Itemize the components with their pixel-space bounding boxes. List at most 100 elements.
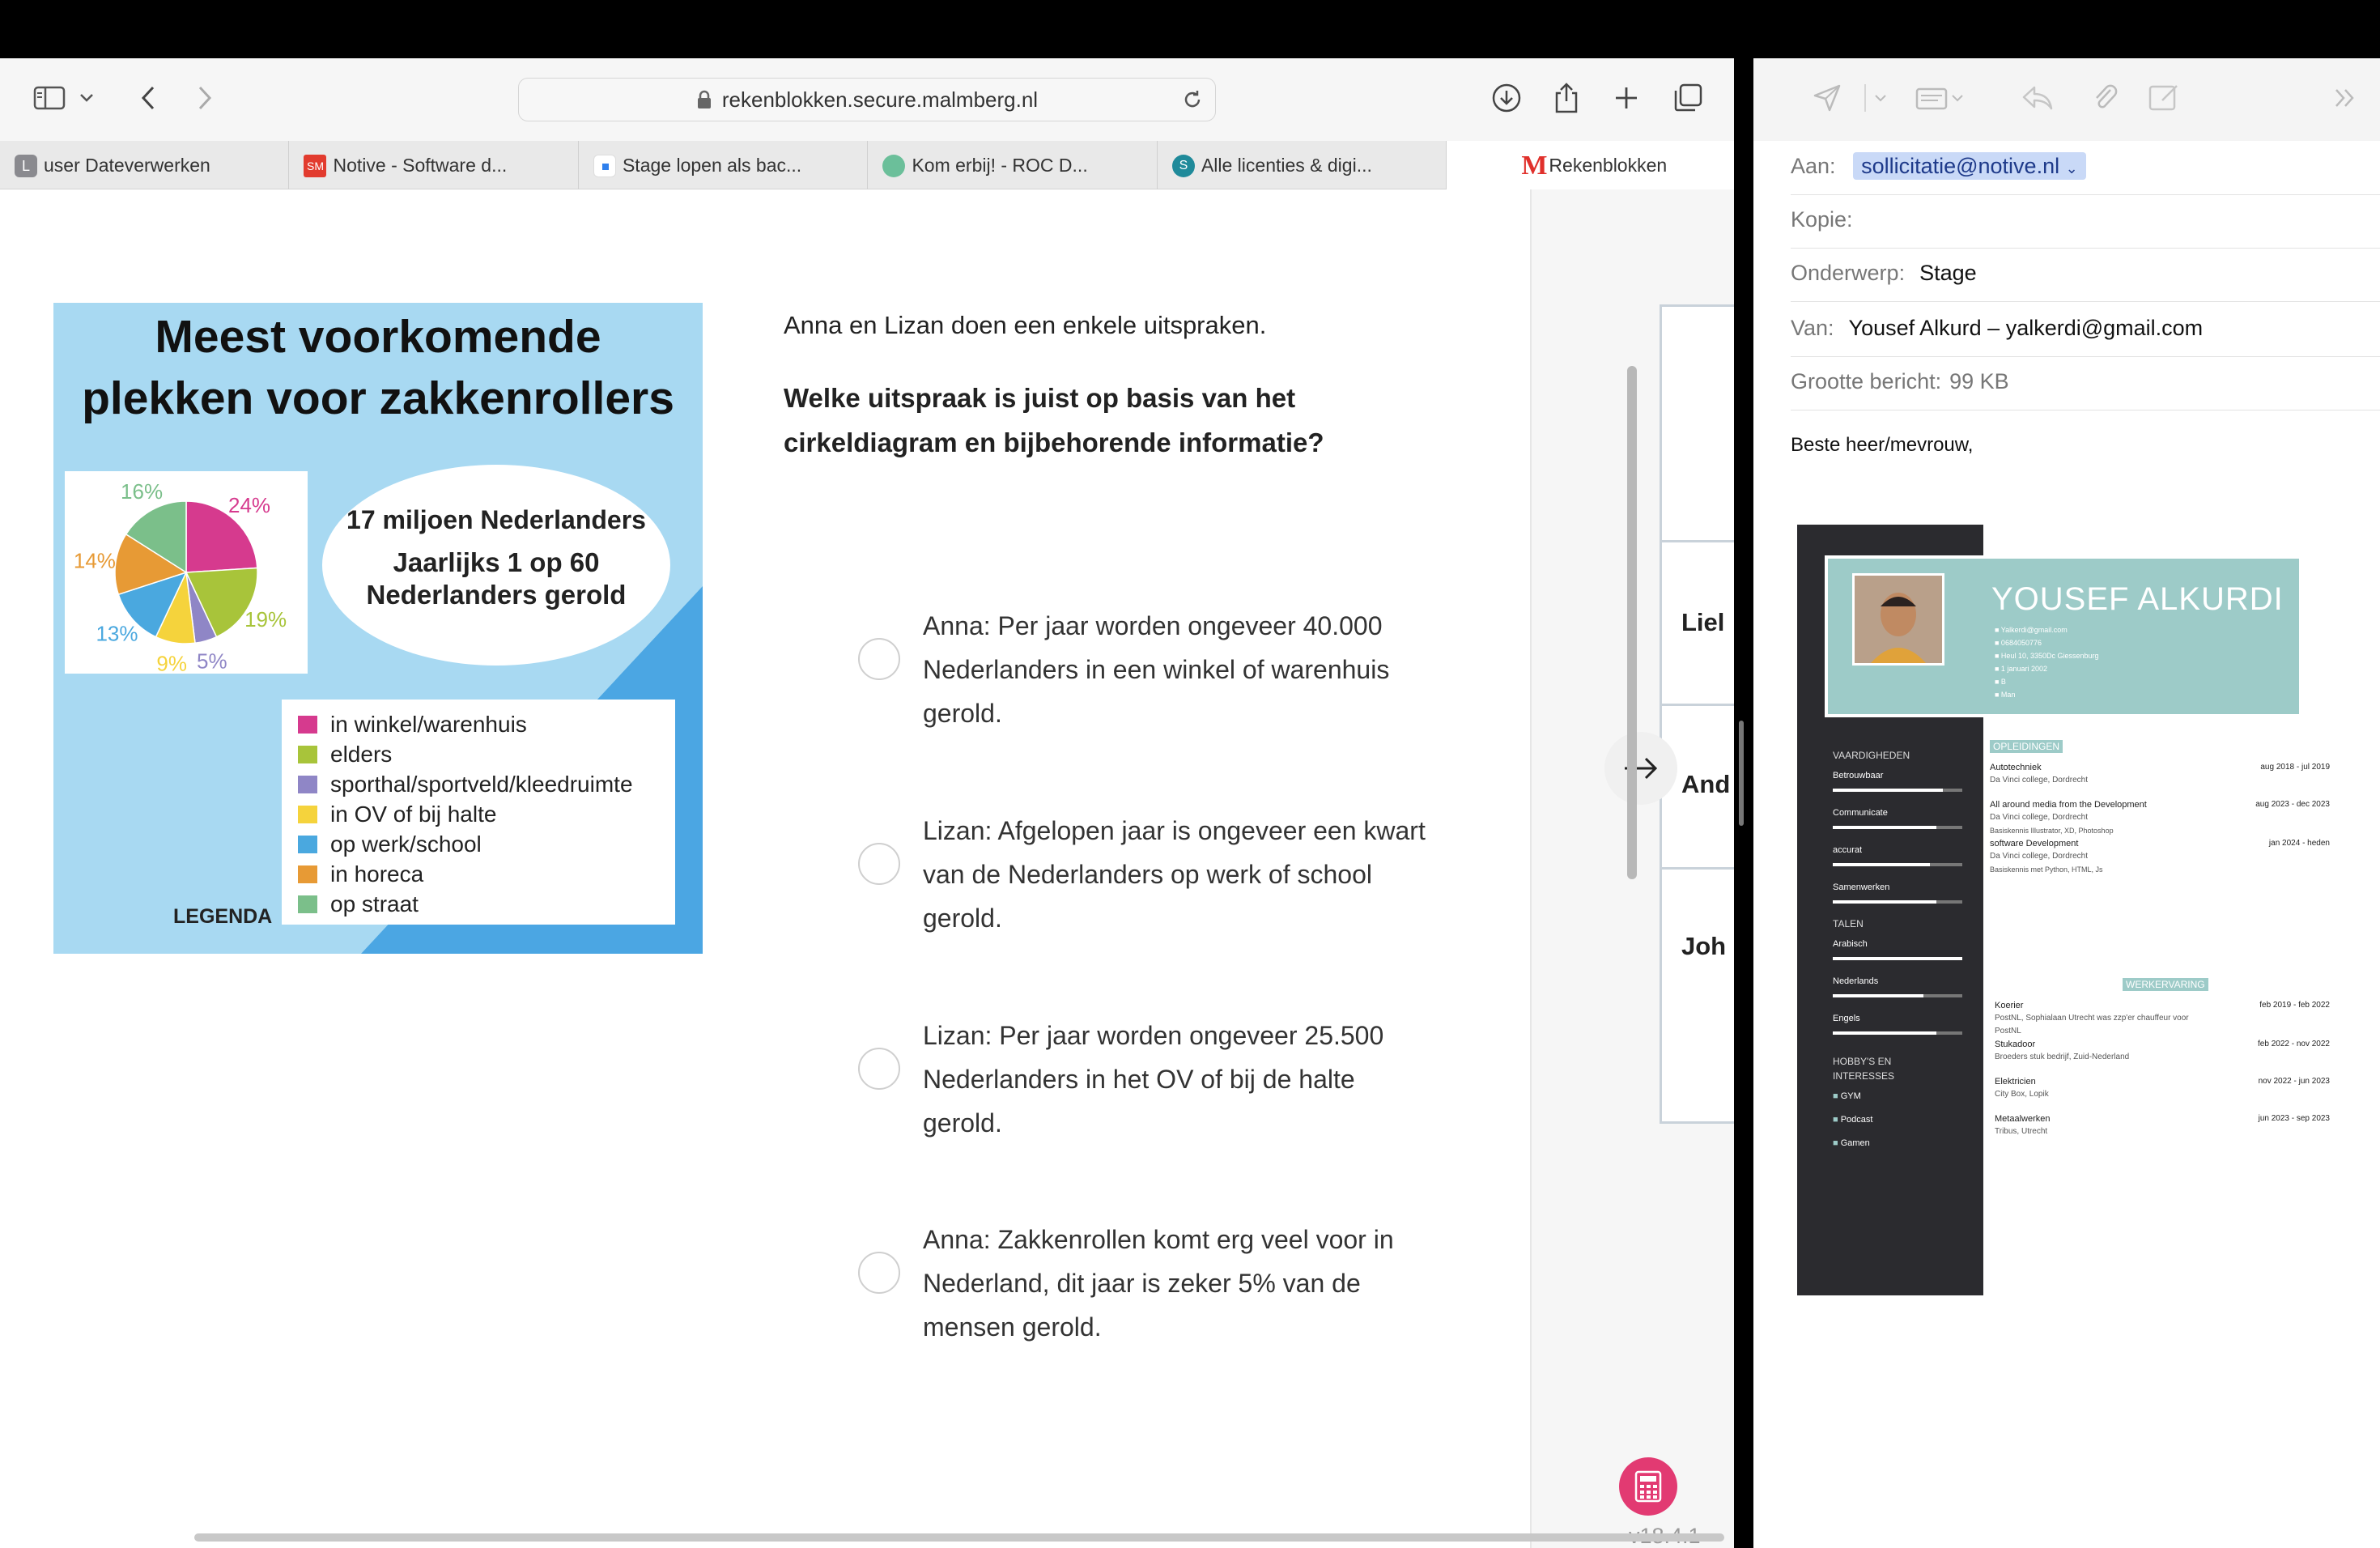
download-icon[interactable] (1488, 79, 1525, 117)
cv-skill: Betrouwbaar (1833, 771, 1962, 808)
answer-text: Anna: Zakkenrollen komt erg veel voor in… (923, 1225, 1394, 1342)
to-label: Aan: (1791, 154, 1836, 178)
pie-slice-label: 16% (121, 479, 163, 504)
calculator-button[interactable] (1619, 1457, 1677, 1516)
legend-item: in OV of bij halte (298, 799, 633, 829)
sidebar-toggle-icon[interactable] (31, 79, 68, 117)
cv-entry-extra: Basiskennis Illustrator, XD, Photoshop (1990, 827, 2114, 835)
scrollbar[interactable] (1627, 366, 1637, 879)
share-icon[interactable] (1548, 79, 1585, 117)
chevron-down-icon[interactable] (1865, 79, 1896, 117)
cv-entry-sub: Da Vinci college, Dordrecht (1990, 776, 2088, 785)
cv-entry-title: software Development (1990, 839, 2079, 848)
chevron-down-icon[interactable] (74, 79, 99, 117)
cv-education: Autotechniek Da Vinci college, Dordrecht a… (1990, 761, 2330, 876)
new-tab-icon[interactable] (1608, 79, 1645, 117)
split-view-handle[interactable] (1739, 721, 1744, 826)
cv-entry-sub: Da Vinci college, Dordrecht (1990, 852, 2088, 861)
legend-item: elders (298, 739, 633, 769)
cv-skill-fill (1833, 1031, 1936, 1035)
mail-greeting[interactable]: Beste heer/mevrouw, (1791, 434, 1973, 457)
send-icon[interactable] (1808, 79, 1846, 117)
size-row: Grootte bericht: 99 KB (1791, 369, 2009, 394)
cv-skill-bar (1833, 994, 1962, 997)
cv-skill-bar (1833, 789, 1962, 792)
cv-hobby: ■ GYM (1833, 1091, 1861, 1101)
cv-entry: Elektricien City Box, Lopik nov 2022 - jun… (1995, 1075, 2330, 1112)
next-arrow-button[interactable] (1604, 732, 1677, 805)
cv-skill-fill (1833, 826, 1936, 829)
legend-label: op werk/school (330, 831, 482, 857)
radio-button[interactable] (858, 843, 900, 885)
info-oval: 17 miljoen Nederlanders Jaarlijks 1 op 6… (322, 465, 670, 666)
tab-user-dateverwerken[interactable]: L user Dateverwerken (0, 141, 290, 189)
chevron-down-icon[interactable]: ⌄ (2066, 160, 2078, 176)
reply-icon[interactable] (2019, 79, 2056, 117)
oval-line: 17 miljoen Nederlanders (346, 505, 646, 534)
legend-item: in horeca (298, 859, 633, 889)
tab-alle-licenties[interactable]: S Alle licenties & digi... (1158, 141, 1447, 189)
radio-button[interactable] (858, 1048, 900, 1090)
mail-window: Aan: sollicitatie@notive.nl ⌄ Kopie: Ond… (1753, 58, 2380, 1548)
markup-icon[interactable] (2145, 79, 2182, 117)
tab-rekenblokken[interactable]: M Rekenblokken (1447, 141, 1734, 189)
answer-text: Anna: Per jaar worden ongeveer 40.000 Ne… (923, 611, 1390, 728)
size-value: 99 KB (1949, 369, 2009, 393)
cv-languages-title: TALEN (1833, 918, 1864, 929)
cv-entry-sub: PostNL, Sophialaan Utrecht was zzp'er ch… (1995, 1014, 2189, 1036)
cv-entry-date: aug 2023 - dec 2023 (2255, 800, 2330, 809)
cv-skill-label: Communicate (1833, 808, 1888, 818)
divider (1662, 540, 1734, 542)
cv-contact-line: ■ 0684050776 (1995, 639, 2042, 647)
cv-entry-extra: Basiskennis met Python, HTML, Js (1990, 865, 2103, 874)
attachment-icon[interactable] (2087, 79, 2124, 117)
forward-icon[interactable] (186, 79, 223, 117)
radio-button[interactable] (858, 1252, 900, 1294)
legend-item: sporthal/sportveld/kleedruimte (298, 769, 633, 799)
divider (1791, 356, 2380, 357)
cv-entry: Stukadoor Broeders stuk bedrijf, Zuid-Ned… (1995, 1038, 2330, 1075)
cv-skill: Engels (1833, 1014, 1962, 1051)
legend-swatch (298, 715, 317, 734)
divider (1662, 704, 1734, 706)
horizontal-scrollbar[interactable] (194, 1533, 1724, 1542)
recipient-token[interactable]: sollicitatie@notive.nl ⌄ (1853, 152, 2086, 180)
recipient-address: sollicitatie@notive.nl (1861, 154, 2060, 178)
tab-kom-erbij[interactable]: Kom erbij! - ROC D... (868, 141, 1158, 189)
legend-item: in winkel/warenhuis (298, 709, 633, 739)
subject-row[interactable]: Onderwerp: Stage (1791, 261, 1977, 286)
tab-notive[interactable]: SM Notive - Software d... (289, 141, 579, 189)
cv-contact-line: ■ B (1995, 678, 2006, 686)
pie-slice-label: 19% (244, 607, 287, 632)
radio-button[interactable] (858, 638, 900, 680)
cv-skill-bar (1833, 826, 1962, 829)
cv-work-title: WERKERVARING (2123, 978, 2208, 991)
header-fields-icon[interactable] (1912, 79, 1969, 117)
cc-row[interactable]: Kopie: (1791, 207, 1853, 232)
tab-overview-icon[interactable] (1669, 79, 1706, 117)
cv-entry-sub: Tribus, Utrecht (1995, 1127, 2048, 1136)
cv-entry-date: nov 2022 - jun 2023 (2258, 1077, 2330, 1086)
cv-entry: software Development Da Vinci college, Do… (1990, 837, 2330, 876)
exercise-page: Meest voorkomende plekken voor zakkenrol… (0, 189, 1734, 1548)
address-bar[interactable]: rekenblokken.secure.malmberg.nl (518, 78, 1216, 121)
cv-skills: Betrouwbaar Communicate accurat Samenwerken (1833, 771, 1962, 920)
infographic: Meest voorkomende plekken voor zakkenrol… (53, 303, 703, 954)
cv-skill: Communicate (1833, 808, 1962, 845)
cv-skill-label: Samenwerken (1833, 882, 1890, 892)
from-row[interactable]: Van: Yousef Alkurd – yalkerdi@gmail.com (1791, 316, 2203, 341)
tab-label: Alle licenties & digi... (1201, 154, 1372, 176)
cv-skill: Samenwerken (1833, 882, 1962, 920)
browser-toolbar: rekenblokken.secure.malmberg.nl (0, 58, 1734, 141)
back-icon[interactable] (130, 79, 167, 117)
tab-label: Notive - Software d... (333, 154, 508, 176)
cv-entry-title: Autotechniek (1990, 763, 2042, 772)
tab-stage-lopen[interactable]: Stage lopen als bac... (579, 141, 869, 189)
cv-attachment-preview[interactable]: YOUSEF ALKURDI ■ Yalkerdi@gmail.com ■ 068… (1797, 525, 2346, 1295)
divider (1791, 194, 2380, 195)
more-chevron-icon[interactable] (2327, 79, 2364, 117)
tab-favicon (882, 155, 906, 177)
cv-work: Koerier PostNL, Sophialaan Utrecht was zz… (1995, 999, 2330, 1150)
reload-icon[interactable] (1181, 88, 1204, 111)
infographic-title: Meest voorkomende plekken voor zakkenrol… (53, 306, 703, 429)
